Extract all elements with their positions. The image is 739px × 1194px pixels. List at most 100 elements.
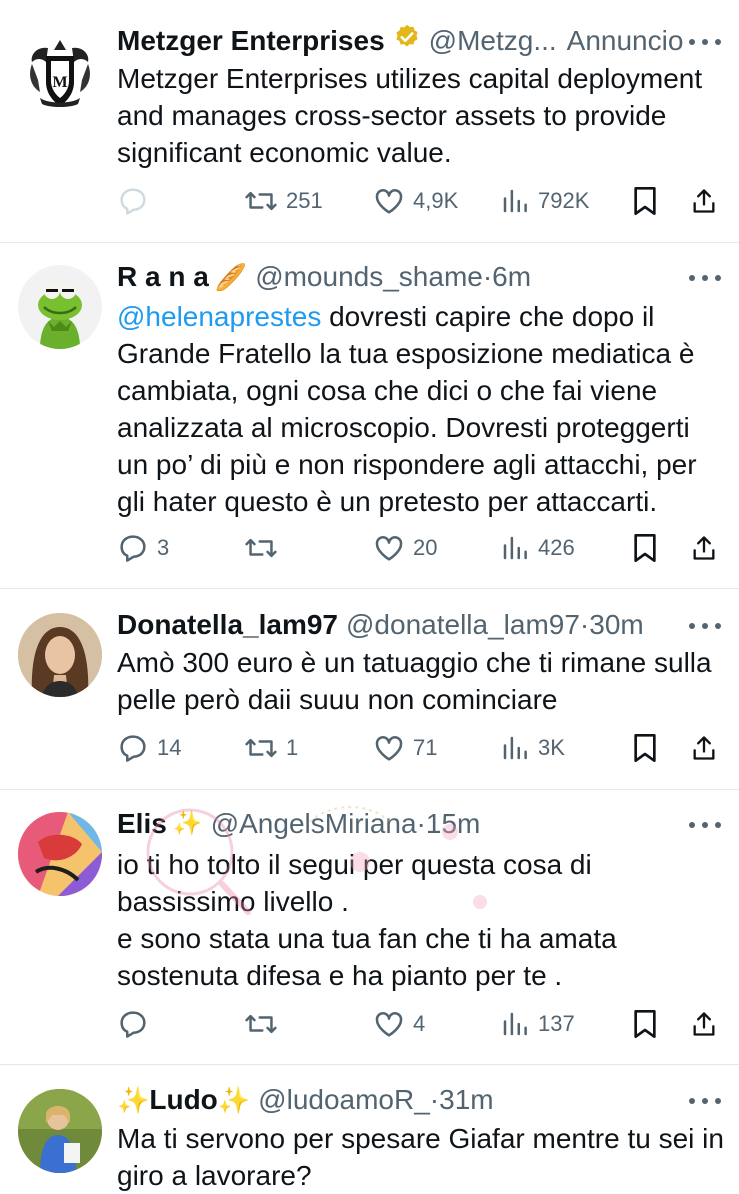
- bookmark-button[interactable]: [631, 181, 659, 221]
- like-count: 71: [413, 735, 438, 760]
- reply-button[interactable]: 3: [117, 528, 169, 568]
- author-handle[interactable]: @mounds_shame: [255, 260, 483, 294]
- author-name[interactable]: Metzger Enterprises: [117, 24, 385, 58]
- text-line: io ti ho tolto il segui per questa cosa …: [117, 849, 592, 880]
- views-icon: [503, 1012, 527, 1036]
- author-name[interactable]: R a n a: [117, 260, 209, 294]
- view-count: 137: [538, 1011, 575, 1036]
- tweet[interactable]: ✨ Ludo ✨ @ludoamoR_ · 31m Ma ti servono …: [0, 1065, 739, 1192]
- heart-icon: [375, 536, 403, 561]
- reply-icon: [120, 535, 146, 562]
- share-icon: [693, 1012, 715, 1036]
- kermit-avatar-image: [18, 265, 102, 349]
- tweet-actions: 4 137: [0, 1004, 739, 1044]
- bookmark-icon: [634, 187, 656, 215]
- share-button[interactable]: [690, 528, 718, 568]
- tweet[interactable]: Elis ✨ @AngelsMiriana · 15m io ti ho tol…: [0, 790, 739, 1064]
- tweet-ad[interactable]: M Metzger Enterprises @Metzg... Annuncio…: [0, 0, 739, 242]
- coat-of-arms-logo: M: [30, 40, 90, 107]
- heart-icon: [375, 736, 403, 761]
- more-options-icon[interactable]: [689, 1096, 721, 1106]
- more-options-icon[interactable]: [689, 37, 721, 47]
- tweet-body: dovresti capire che dopo il Grande Frate…: [117, 301, 697, 517]
- timestamp[interactable]: 30m: [589, 608, 643, 642]
- avatar[interactable]: M: [18, 32, 102, 116]
- tweet-text: Metzger Enterprises utilizes capital dep…: [117, 63, 703, 168]
- bookmark-icon: [634, 734, 656, 762]
- colorful-artwork-avatar-image: [18, 812, 102, 896]
- like-count: 20: [413, 535, 438, 560]
- views-button[interactable]: 137: [500, 1004, 575, 1044]
- avatar[interactable]: [18, 812, 102, 896]
- author-emoji: 🥖: [214, 262, 248, 292]
- tweet[interactable]: R a n a 🥖 @mounds_shame · 6m @helenapres…: [0, 243, 739, 587]
- views-button[interactable]: 792K: [500, 181, 589, 221]
- svg-text:M: M: [52, 74, 67, 91]
- bookmark-button[interactable]: [631, 528, 659, 568]
- verified-badge-icon: [393, 23, 421, 59]
- more-options-icon[interactable]: [689, 621, 721, 631]
- tweet-text: io ti ho tolto il segui per questa cosa …: [117, 846, 727, 994]
- views-button[interactable]: 426: [500, 528, 575, 568]
- reply-button[interactable]: [117, 181, 157, 221]
- share-button[interactable]: [690, 181, 718, 221]
- bookmark-button[interactable]: [631, 1004, 659, 1044]
- mention-link[interactable]: @helenaprestes: [117, 301, 321, 332]
- tweet-header: Donatella_lam97 @donatella_lam97 · 30m: [117, 608, 669, 642]
- timestamp[interactable]: 6m: [492, 260, 531, 294]
- author-name[interactable]: Elis: [117, 807, 167, 841]
- tweet-text: Amò 300 euro è un tatuaggio che ti riman…: [117, 647, 712, 715]
- heart-icon: [375, 1012, 403, 1037]
- like-button[interactable]: 71: [373, 728, 437, 768]
- like-count: 4,9K: [413, 188, 459, 213]
- avatar[interactable]: [18, 613, 102, 697]
- reply-button[interactable]: [117, 1004, 157, 1044]
- retweet-button[interactable]: 251: [244, 181, 323, 221]
- bookmark-icon: [634, 534, 656, 562]
- author-emoji: ✨: [217, 1085, 251, 1115]
- views-button[interactable]: 3K: [500, 728, 565, 768]
- avatar[interactable]: [18, 1089, 102, 1173]
- author-handle[interactable]: @ludoamoR_: [258, 1083, 430, 1117]
- text-line: e sono stata una tua fan che ti ha amata: [117, 923, 617, 954]
- retweet-button[interactable]: [244, 1004, 286, 1044]
- timestamp[interactable]: 15m: [426, 807, 480, 841]
- retweet-count: 251: [286, 188, 323, 213]
- like-button[interactable]: 4,9K: [373, 181, 458, 221]
- author-handle[interactable]: @AngelsMiriana: [211, 807, 417, 841]
- ad-label: Annuncio: [566, 25, 684, 56]
- author-name[interactable]: Donatella_lam97: [117, 608, 338, 642]
- author-name[interactable]: Ludo: [149, 1083, 217, 1117]
- views-icon: [503, 189, 527, 213]
- like-button[interactable]: 4: [373, 1004, 425, 1044]
- like-button[interactable]: 20: [373, 528, 437, 568]
- author-emoji: ✨: [172, 810, 203, 837]
- tweet-actions: 251 4,9K 792K: [0, 181, 739, 221]
- tweet-header: Metzger Enterprises @Metzg... Annuncio: [117, 23, 683, 59]
- tweet-header: ✨ Ludo ✨ @ludoamoR_ · 31m: [117, 1083, 669, 1117]
- share-button[interactable]: [690, 1004, 718, 1044]
- reply-icon: [120, 188, 146, 215]
- separator: ·: [416, 808, 426, 839]
- more-options-icon[interactable]: [689, 273, 721, 283]
- tweet-actions: 14 1 71 3K: [0, 728, 739, 768]
- reply-count: 14: [157, 735, 182, 760]
- bookmark-button[interactable]: [631, 728, 659, 768]
- retweet-icon: [245, 538, 277, 558]
- reply-button[interactable]: 14: [117, 728, 181, 768]
- avatar[interactable]: [18, 265, 102, 349]
- tweet-actions: 3 20 426: [0, 528, 739, 568]
- share-icon: [693, 536, 715, 560]
- retweet-icon: [245, 191, 277, 211]
- tweet[interactable]: Donatella_lam97 @donatella_lam97 · 30m A…: [0, 589, 739, 789]
- share-icon: [693, 736, 715, 760]
- timestamp[interactable]: 31m: [439, 1083, 493, 1117]
- retweet-button[interactable]: [244, 528, 286, 568]
- separator: ·: [579, 609, 590, 640]
- retweet-button[interactable]: 1: [244, 728, 298, 768]
- author-handle[interactable]: @Metzg...: [429, 24, 557, 58]
- views-icon: [503, 536, 527, 560]
- author-handle[interactable]: @donatella_lam97: [346, 608, 580, 642]
- more-options-icon[interactable]: [689, 820, 721, 830]
- share-button[interactable]: [690, 728, 718, 768]
